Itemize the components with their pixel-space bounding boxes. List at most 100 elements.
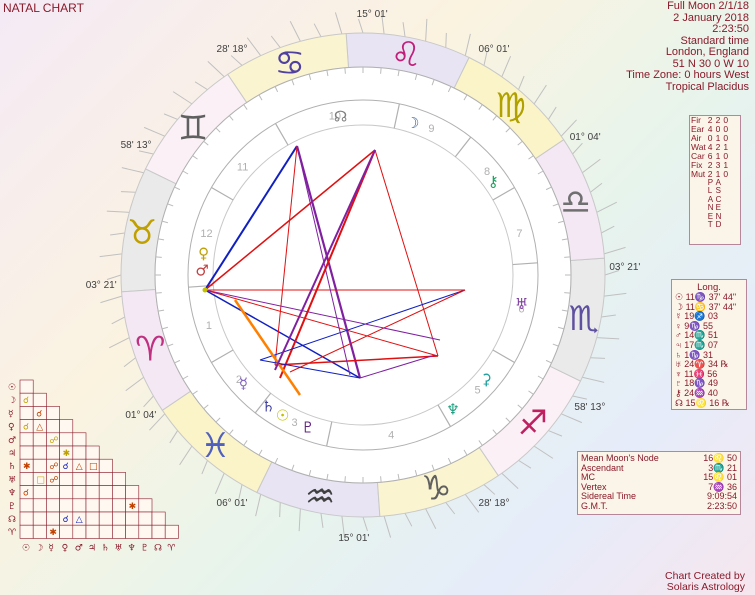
house-number: 5 — [474, 385, 480, 397]
chart-point-value: 2:23:50 — [706, 500, 737, 511]
aspect-grid-cell — [72, 445, 87, 460]
aspect-grid-cell — [151, 511, 166, 526]
planet-glyph-icon: ♄ — [262, 397, 275, 415]
cusp-degree-label: 01° 04' — [570, 132, 601, 143]
aspect-grid-cell — [72, 432, 87, 447]
aspect-grid-cell — [59, 524, 74, 539]
aspect-grid-cell — [72, 498, 87, 513]
aspect-grid-cell — [59, 432, 74, 447]
aspect-grid-cell — [72, 485, 87, 500]
planet-glyph-icon: ☿ — [239, 375, 248, 393]
aspect-grid-cell — [32, 524, 47, 539]
cusp-degree-label: 03° 21' — [86, 280, 117, 291]
aspect-grid-cell — [32, 485, 47, 500]
aspect-grid-cell — [164, 524, 179, 539]
sign-glyph-icon: ♋ — [275, 43, 305, 83]
house-number: 9 — [428, 123, 434, 135]
aspect-grid-cell — [98, 472, 113, 486]
sign-glyph-icon: ♈ — [135, 329, 165, 369]
aspect-mark: ☍ — [49, 436, 58, 446]
aspect-mark: ☌ — [36, 409, 42, 419]
aspect-grid-cell — [19, 406, 34, 420]
planet-position-row: ☊ 15♌ 16 ℞ — [675, 397, 730, 408]
grid-row-label: ☽ — [8, 396, 16, 406]
house-number: 3 — [291, 417, 297, 429]
grid-col-label: ♃ — [88, 543, 96, 553]
aspect-grid-cell — [32, 432, 47, 447]
sign-glyph-icon: ♍ — [495, 86, 525, 126]
aspect-grid-cell — [59, 498, 74, 513]
sign-glyph-icon: ♑ — [421, 469, 451, 509]
sign-glyph-icon: ♏ — [569, 299, 599, 339]
grid-row-label: ♆ — [8, 489, 16, 499]
aspect-mark: ☌ — [23, 489, 29, 499]
aspect-grid-cell — [32, 458, 47, 473]
aspect-grid-cell — [85, 511, 100, 526]
aspect-grid-cell — [138, 524, 153, 539]
cusp-degree-label: 03° 21' — [609, 262, 640, 273]
cusp-degree-label: 58' 13° — [121, 140, 152, 151]
grid-col-label: ☊ — [154, 543, 162, 553]
aspect-grid-cell — [112, 498, 126, 513]
aspect-mark: ☍ — [49, 475, 58, 485]
grid-row-label: ♄ — [8, 462, 16, 472]
chart-point-label: G.M.T. — [581, 500, 608, 511]
element-table: Fir 2 2 0 Ear 4 0 0 Air 0 1 0 Wat 4 2 1 Car 6 1 0 Fix 2 3 1 Mut 2… — [689, 115, 741, 245]
planet-glyph-icon: ♅ — [515, 295, 528, 313]
planet-glyph-icon: ☽ — [406, 114, 419, 132]
planet-positions-panel: Long. ☉ 11♑ 37' 44" ☽ 11♋ 37' 44" ☿ 19♐ 03… — [671, 279, 747, 410]
aspect-mark: ☌ — [23, 423, 29, 433]
aspect-grid-cell — [32, 445, 47, 460]
aspect-grid-cell — [32, 511, 47, 526]
planet-glyph-icon: ⚳ — [481, 370, 492, 388]
cusp-degree-label: 06° 01' — [479, 44, 510, 55]
aspect-grid: ☉ ☽ ☿ ♀ ♂ ♃ ♄ ♅ ♆ ♇ ☊ ♈ ☉ ☽ ☿ ♀ ♂ ♃ ♄ ♅ ♆ ♇ ☊ ♈ ☌ ☌ △ ✱ ✱ ☍ ☌ △ □ □ ☍ ☌ ☌ △ ✱ ✱… — [8, 379, 179, 553]
grid-row-label: ☉ — [8, 383, 16, 393]
aspect-grid-cell — [19, 498, 34, 513]
aspect-mark: ☌ — [63, 462, 69, 472]
element-cell: Mut — [691, 169, 706, 179]
house-number: 1 — [206, 320, 212, 332]
aspect-mark: ✱ — [49, 528, 57, 538]
credit-line: Chart Created by — [665, 570, 745, 582]
aspect-grid-cell — [46, 406, 60, 420]
aspect-grid-cell — [151, 524, 166, 539]
cusp-degree-label: 15° 01' — [357, 9, 388, 20]
sign-glyph-icon: ♒ — [305, 477, 335, 517]
aspect-grid-cell — [85, 524, 100, 539]
aspect-mark: ☍ — [49, 462, 58, 472]
house-number: 11 — [237, 162, 248, 174]
aspect-grid-cell — [112, 511, 126, 526]
cusp-degree-label: 58' 13° — [574, 402, 605, 413]
aspect-grid-cell — [112, 524, 126, 539]
grid-row-label: ♅ — [8, 475, 16, 485]
aspect-grid-cell — [98, 511, 113, 526]
grid-row-label: ☊ — [8, 515, 16, 525]
grid-col-label: ☉ — [22, 543, 30, 553]
aspect-grid-cell — [46, 498, 60, 513]
grid-row-label: ♈ — [8, 528, 17, 538]
grid-col-label: ♇ — [141, 543, 149, 553]
aspect-grid-cell — [19, 511, 34, 526]
sign-glyph-icon: ♉ — [127, 213, 157, 253]
aspect-mark: △ — [76, 462, 83, 472]
house-number: 12 — [200, 228, 212, 240]
aspect-mark: △ — [36, 423, 43, 433]
aspect-grid-cell — [112, 485, 126, 500]
aspect-grid-cell — [59, 485, 74, 500]
grid-col-label: ♂ — [75, 543, 83, 553]
aspect-grid-cell — [72, 472, 87, 486]
credit: Chart Created by Solaris Astrology — [665, 571, 745, 592]
grid-row-label: ☿ — [8, 409, 14, 419]
house-number: 7 — [516, 228, 522, 240]
credit-line: Solaris Astrology — [666, 580, 745, 593]
chart-points-panel: Mean Moon's Node 16♌ 50 Ascendant 3♏ 21 MC 15… — [577, 451, 741, 515]
aspect-mark: ☌ — [63, 515, 69, 525]
aspect-grid-cell — [98, 498, 113, 513]
grid-col-label: ☿ — [48, 543, 54, 553]
grid-col-label: ♄ — [101, 543, 109, 553]
cusp-degree-label: 01° 04' — [125, 410, 156, 421]
chart-point-row: G.M.T. 2:23:50 — [581, 500, 737, 512]
grid-col-label: ♆ — [128, 543, 136, 553]
grid-col-label: ♈ — [167, 543, 176, 553]
